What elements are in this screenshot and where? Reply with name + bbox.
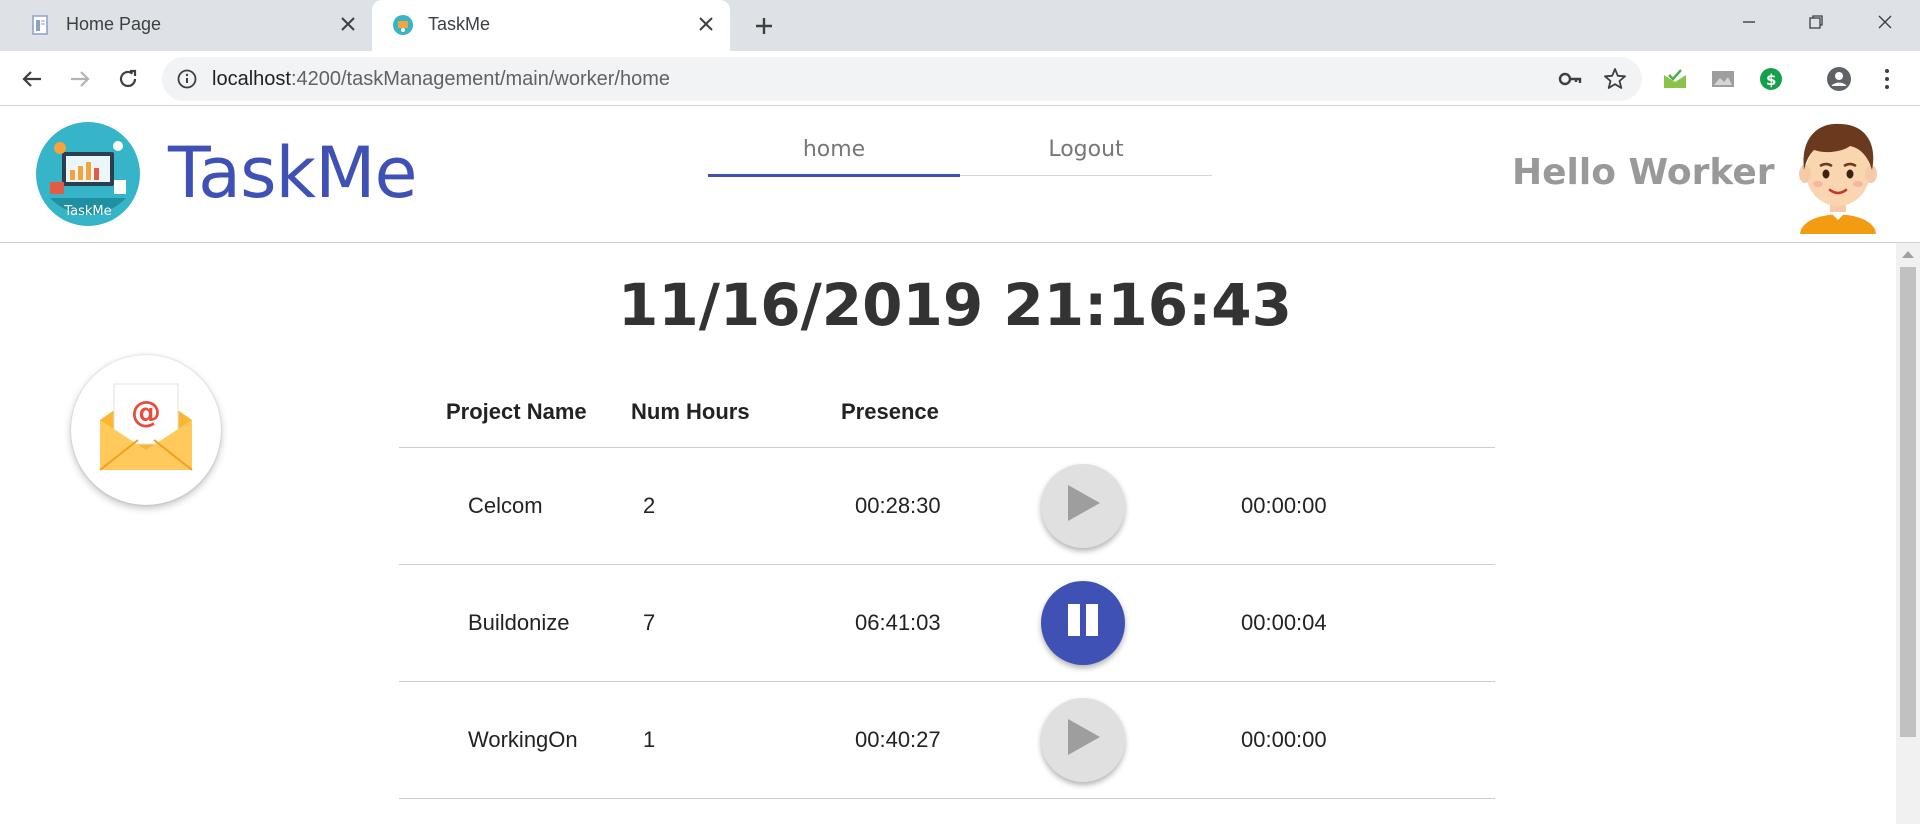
active-tab-indicator (708, 174, 960, 177)
play-icon (1064, 717, 1102, 763)
key-icon[interactable] (1558, 68, 1582, 90)
info-icon[interactable] (176, 68, 198, 90)
project-name-cell: Celcom (399, 447, 631, 565)
scroll-up-arrow-icon[interactable] (1902, 251, 1914, 258)
extension-icon[interactable] (1662, 66, 1688, 92)
tab-home-page[interactable]: Home Page (10, 0, 372, 51)
timer-cell: 00:00:00 (1241, 447, 1495, 565)
greeting-text: Hello Worker (1512, 152, 1775, 193)
reload-icon[interactable] (110, 61, 146, 97)
table-header-row: Project Name Num Hours Presence (399, 377, 1495, 448)
mail-button[interactable]: @ (71, 355, 221, 505)
play-button[interactable] (1041, 697, 1125, 782)
column-header-action (1041, 377, 1241, 448)
window-close-icon[interactable] (1854, 0, 1916, 44)
num-hours-cell: 1 (631, 681, 841, 799)
back-arrow-icon[interactable] (14, 61, 50, 97)
brand-title: TaskMe (168, 132, 418, 214)
num-hours-cell: 7 (631, 564, 841, 682)
pause-icon (1066, 602, 1100, 644)
table-row: WorkingOn 1 00:40:27 00:00:00 (399, 681, 1495, 799)
svg-text:@: @ (131, 395, 161, 430)
column-header-timer (1241, 377, 1495, 448)
table-row: Buildonize 7 06:41:03 00:00:04 (399, 564, 1495, 682)
scrollbar-thumb[interactable] (1900, 267, 1916, 737)
column-header-hours: Num Hours (631, 377, 841, 448)
presence-cell: 00:28:30 (841, 447, 1041, 565)
image-extension-icon[interactable] (1710, 66, 1736, 92)
bookmark-star-icon[interactable] (1602, 66, 1628, 92)
restore-icon[interactable] (1785, 0, 1847, 44)
project-name-cell: WorkingOn (399, 681, 631, 799)
main-content: 11/16/2019 21:16:43 @ Project Name Num H… (0, 243, 1896, 824)
table-row: Celcom 2 00:28:30 00:00:00 (399, 447, 1495, 565)
url-path: :4200/taskManagement/main/worker/home (290, 68, 671, 90)
minimize-icon[interactable] (1718, 0, 1780, 44)
action-cell (1041, 681, 1241, 799)
column-header-project: Project Name (399, 377, 631, 448)
close-icon[interactable] (334, 10, 362, 38)
tab-title: Home Page (66, 14, 162, 34)
svg-text:$: $ (1766, 71, 1776, 89)
page-icon (30, 14, 52, 36)
timer-cell: 00:00:04 (1241, 564, 1495, 682)
presence-cell: 06:41:03 (841, 564, 1041, 682)
project-name-cell: Buildonize (399, 564, 631, 682)
worker-avatar[interactable] (1790, 116, 1886, 234)
url-text: localhost:4200/taskManagement/main/worke… (212, 68, 670, 91)
forward-arrow-icon[interactable] (62, 61, 98, 97)
close-icon[interactable] (692, 10, 720, 38)
nav-logout[interactable]: Logout (960, 122, 1212, 176)
main-nav: home Logout (708, 122, 1212, 177)
pause-button[interactable] (1041, 580, 1125, 665)
action-cell (1041, 447, 1241, 565)
tab-title: TaskMe (428, 14, 491, 34)
logo-text: TaskMe (63, 204, 111, 219)
action-cell (1041, 564, 1241, 682)
browser-toolbar: localhost:4200/taskManagement/main/worke… (0, 51, 1920, 106)
taskme-logo[interactable]: TaskMe (36, 122, 140, 226)
num-hours-cell: 2 (631, 447, 841, 565)
account-icon[interactable] (1826, 66, 1852, 92)
nav-home[interactable]: home (708, 122, 960, 176)
browser-tabstrip: Home Page TaskMe (0, 0, 1920, 51)
play-icon (1064, 483, 1102, 529)
url-host: localhost (212, 68, 291, 90)
play-button[interactable] (1041, 463, 1125, 548)
grammarly-extension-icon[interactable]: $ (1758, 66, 1784, 92)
taskme-favicon-icon (392, 14, 414, 36)
address-bar[interactable]: localhost:4200/taskManagement/main/worke… (162, 57, 1642, 101)
new-tab-button[interactable] (748, 10, 780, 42)
menu-dots-icon[interactable] (1874, 66, 1900, 92)
tab-taskme[interactable]: TaskMe (372, 0, 730, 51)
current-datetime: 11/16/2019 21:16:43 (618, 271, 1292, 339)
column-header-presence: Presence (841, 377, 1041, 448)
presence-cell: 00:40:27 (841, 681, 1041, 799)
app-header: TaskMe TaskMe home Logout Hello Worker (0, 106, 1920, 243)
timer-cell: 00:00:00 (1241, 681, 1495, 799)
page-scrollbar[interactable] (1896, 243, 1920, 824)
projects-table: Project Name Num Hours Presence Celcom 2… (399, 377, 1495, 799)
mail-envelope-icon: @ (96, 378, 196, 482)
